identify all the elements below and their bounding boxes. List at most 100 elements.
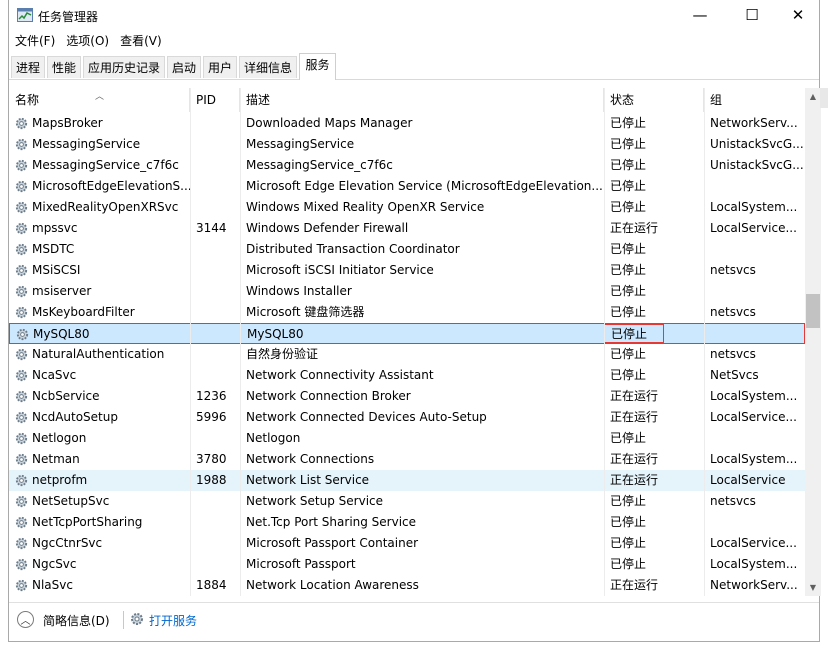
tab-users[interactable]: 用户 [203, 56, 237, 78]
service-name: NgcCtnrSvc [32, 536, 103, 550]
service-name: Netman [32, 452, 80, 466]
service-pid: 3144 [196, 221, 227, 235]
table-row[interactable]: NgcSvc Microsoft Passport 已停止 LocalSystem..… [9, 554, 805, 575]
column-header-pid[interactable]: PID [190, 88, 240, 112]
column-header-group[interactable]: 组 [704, 88, 805, 112]
table-row[interactable]: MapsBroker Downloaded Maps Manager 已停止 Netw… [9, 113, 805, 134]
table-row[interactable]: NcbService 1236 Network Connection Broker 正… [9, 386, 805, 407]
table-row[interactable]: mpssvc 3144 Windows Defender Firewall 正在运行 L… [9, 218, 805, 239]
table-row[interactable]: netprofm 1988 Network List Service 正在运行 Loca… [9, 470, 805, 491]
table-row[interactable]: Netman 3780 Network Connections 正在运行 LocalSy… [9, 449, 805, 470]
service-pid [196, 554, 246, 575]
close-button[interactable]: ✕ [775, 0, 821, 30]
service-name: NetTcpPortSharing [32, 515, 143, 529]
window-title: 任务管理器 [38, 10, 99, 24]
service-group: LocalService... [710, 536, 797, 550]
service-status: 已停止 [610, 200, 647, 214]
service-gear-icon [15, 369, 28, 382]
service-group: NetworkServ... [710, 116, 798, 130]
tab-app-history[interactable]: 应用历史记录 [83, 56, 165, 78]
menu-options[interactable]: 选项(O) [60, 31, 114, 51]
table-row[interactable]: MicrosoftEdgeElevationS... Microsoft Edge… [9, 176, 805, 197]
menu-view[interactable]: 查看(V) [114, 31, 167, 51]
service-group [710, 176, 805, 197]
tab-processes[interactable]: 进程 [11, 56, 45, 78]
table-row[interactable]: MsKeyboardFilter Microsoft 键盘筛选器 已停止 netsvc… [9, 302, 805, 323]
service-status: 已停止 [610, 242, 647, 256]
menu-file[interactable]: 文件(F) [9, 31, 60, 51]
service-gear-icon [15, 558, 28, 571]
tab-services[interactable]: 服务 [299, 53, 336, 80]
service-name: NlaSvc [32, 578, 73, 592]
service-description: Network Connectivity Assistant [246, 368, 434, 382]
service-gear-icon [15, 138, 28, 151]
service-group: LocalService... [710, 410, 797, 424]
service-pid [196, 365, 246, 386]
table-row[interactable]: msiserver Windows Installer 已停止 [9, 281, 805, 302]
table-row[interactable]: MSDTC Distributed Transaction Coordinator… [9, 239, 805, 260]
service-name: NcbService [32, 389, 100, 403]
vertical-scrollbar[interactable]: ▲ ▼ [805, 88, 821, 596]
table-row[interactable]: MySQL80 MySQL80 已停止 [9, 323, 805, 344]
table-row[interactable]: MessagingService_c7f6c MessagingService_c… [9, 155, 805, 176]
scroll-up-icon[interactable]: ▲ [805, 88, 821, 105]
service-gear-icon [15, 432, 28, 445]
service-status: 已停止 [610, 305, 647, 319]
table-row[interactable]: NetTcpPortSharing Net.Tcp Port Sharing Se… [9, 512, 805, 533]
table-row[interactable]: NetSetupSvc Network Setup Service 已停止 netsv… [9, 491, 805, 512]
service-name: MapsBroker [32, 116, 103, 130]
table-row[interactable]: MixedRealityOpenXRSvc Windows Mixed Reali… [9, 197, 805, 218]
column-header-description[interactable]: 描述 [240, 88, 604, 112]
tab-details[interactable]: 详细信息 [239, 56, 297, 78]
service-status: 已停止 [610, 515, 647, 529]
service-description: Net.Tcp Port Sharing Service [246, 515, 417, 529]
service-status: 已停止 [610, 431, 647, 445]
service-pid [196, 512, 246, 533]
service-gear-icon [15, 117, 28, 130]
service-description: Network Connected Devices Auto-Setup [246, 410, 487, 424]
tab-startup[interactable]: 启动 [167, 56, 201, 78]
service-group [710, 428, 805, 449]
service-description: Downloaded Maps Manager [246, 116, 413, 130]
service-gear-icon [15, 579, 28, 592]
service-group [710, 512, 805, 533]
table-row[interactable]: NgcCtnrSvc Microsoft Passport Container 已停… [9, 533, 805, 554]
column-header-status[interactable]: 状态 [604, 88, 704, 112]
background-window-edge [820, 88, 828, 108]
service-group: LocalSystem... [710, 452, 798, 466]
table-row[interactable]: MSiSCSI Microsoft iSCSI Initiator Service… [9, 260, 805, 281]
service-pid [196, 176, 246, 197]
column-header-name[interactable]: 名称 ︿ [9, 88, 190, 112]
table-row[interactable]: NcdAutoSetup 5996 Network Connected Device… [9, 407, 805, 428]
service-pid [196, 344, 246, 365]
service-status: 正在运行 [610, 452, 659, 466]
title-bar: 任务管理器 — ☐ ✕ [9, 0, 819, 32]
service-group [711, 324, 805, 345]
table-row[interactable]: MessagingService MessagingService 已停止 Unist… [9, 134, 805, 155]
service-name: NaturalAuthentication [32, 347, 165, 361]
table-row[interactable]: NcaSvc Network Connectivity Assistant 已停止 N… [9, 365, 805, 386]
footer-bar: ︿ 简略信息(D) 打开服务 [9, 602, 819, 639]
service-group: LocalSystem... [710, 200, 798, 214]
brief-info-button[interactable]: 简略信息(D) [43, 612, 110, 629]
scrollbar-thumb[interactable] [806, 294, 820, 328]
tab-performance[interactable]: 性能 [47, 56, 81, 78]
footer-separator [123, 611, 124, 629]
service-group: netsvcs [710, 347, 756, 361]
service-group: UnistackSvcG... [710, 158, 804, 172]
scroll-down-icon[interactable]: ▼ [805, 579, 821, 596]
chevron-up-icon[interactable]: ︿ [17, 611, 34, 628]
service-status: 已停止 [610, 284, 647, 298]
service-group: NetSvcs [710, 368, 759, 382]
minimize-button[interactable]: — [677, 0, 723, 30]
service-gear-icon [15, 474, 28, 487]
service-name: msiserver [32, 284, 92, 298]
tab-bar: 进程 性能 应用历史记录 启动 用户 详细信息 服务 [9, 53, 819, 80]
service-pid [196, 428, 246, 449]
table-row[interactable]: NaturalAuthentication 自然身份验证 已停止 netsvcs [9, 344, 805, 365]
service-status: 已停止 [610, 116, 647, 130]
table-row[interactable]: NlaSvc 1884 Network Location Awareness 正在运行… [9, 575, 805, 596]
open-services-link[interactable]: 打开服务 [149, 612, 197, 629]
maximize-button[interactable]: ☐ [729, 0, 775, 30]
table-row[interactable]: Netlogon Netlogon 已停止 [9, 428, 805, 449]
